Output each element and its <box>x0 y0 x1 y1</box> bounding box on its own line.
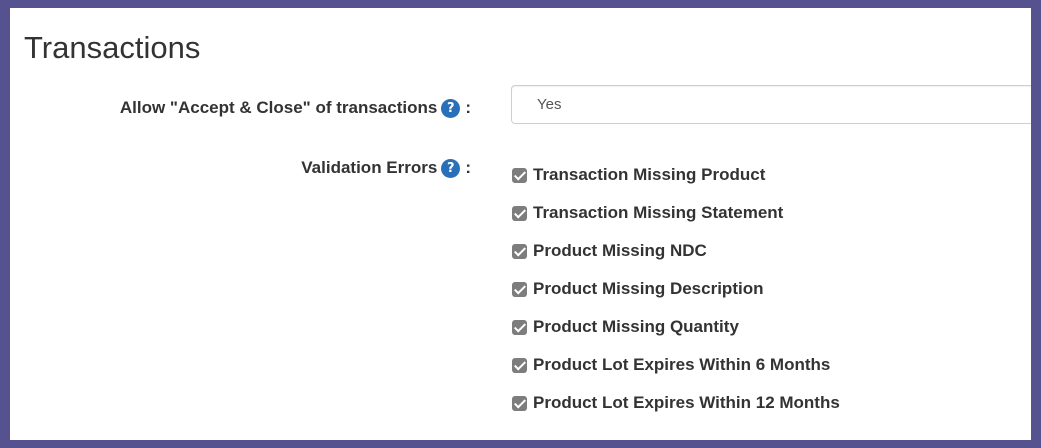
validation-errors-colon: : <box>465 158 471 177</box>
checkbox-checked-icon[interactable] <box>512 395 527 411</box>
checkbox-checked-icon[interactable] <box>512 357 527 373</box>
checkbox-label: Product Missing Description <box>533 279 764 298</box>
checkbox-item-product-missing-description[interactable]: Product Missing Description <box>512 270 840 308</box>
checkbox-label: Product Missing NDC <box>533 241 707 260</box>
checkbox-item-product-missing-ndc[interactable]: Product Missing NDC <box>512 232 840 270</box>
accept-close-label-text: Allow "Accept & Close" of transactions <box>119 98 438 117</box>
checkbox-item-product-missing-quantity[interactable]: Product Missing Quantity <box>512 308 840 346</box>
checkbox-item-transaction-missing-statement[interactable]: Transaction Missing Statement <box>512 194 840 232</box>
accept-close-select[interactable]: Yes <box>511 85 1031 124</box>
checkbox-checked-icon[interactable] <box>512 167 527 183</box>
checkbox-label: Product Missing Quantity <box>533 317 739 336</box>
checkbox-item-transaction-missing-product[interactable]: Transaction Missing Product <box>512 156 840 194</box>
checkbox-checked-icon[interactable] <box>512 319 527 335</box>
checkbox-checked-icon[interactable] <box>512 281 527 297</box>
checkbox-label: Product Lot Expires Within 12 Months <box>533 393 840 412</box>
question-circle-icon[interactable]: ? <box>441 158 461 178</box>
checkbox-label: Transaction Missing Product <box>533 165 766 184</box>
validation-errors-checklist: Transaction Missing Product Transaction … <box>512 156 840 422</box>
checkbox-item-lot-expires-12-months[interactable]: Product Lot Expires Within 12 Months <box>512 384 840 422</box>
validation-errors-label: Validation Errors ? : <box>301 158 471 178</box>
question-circle-icon[interactable]: ? <box>441 98 461 118</box>
checkbox-checked-icon[interactable] <box>512 243 527 259</box>
accept-close-colon: : <box>465 98 471 117</box>
transactions-panel: Transactions Allow "Accept & Close" of t… <box>0 0 1041 448</box>
checkbox-item-lot-expires-6-months[interactable]: Product Lot Expires Within 6 Months <box>512 346 840 384</box>
validation-errors-label-text: Validation Errors <box>301 158 438 177</box>
checkbox-label: Product Lot Expires Within 6 Months <box>533 355 831 374</box>
accept-close-select-value: Yes <box>537 96 562 113</box>
section-title: Transactions <box>24 30 201 65</box>
checkbox-checked-icon[interactable] <box>512 205 527 221</box>
accept-close-label: Allow "Accept & Close" of transactions ?… <box>120 98 471 118</box>
checkbox-label: Transaction Missing Statement <box>533 203 784 222</box>
